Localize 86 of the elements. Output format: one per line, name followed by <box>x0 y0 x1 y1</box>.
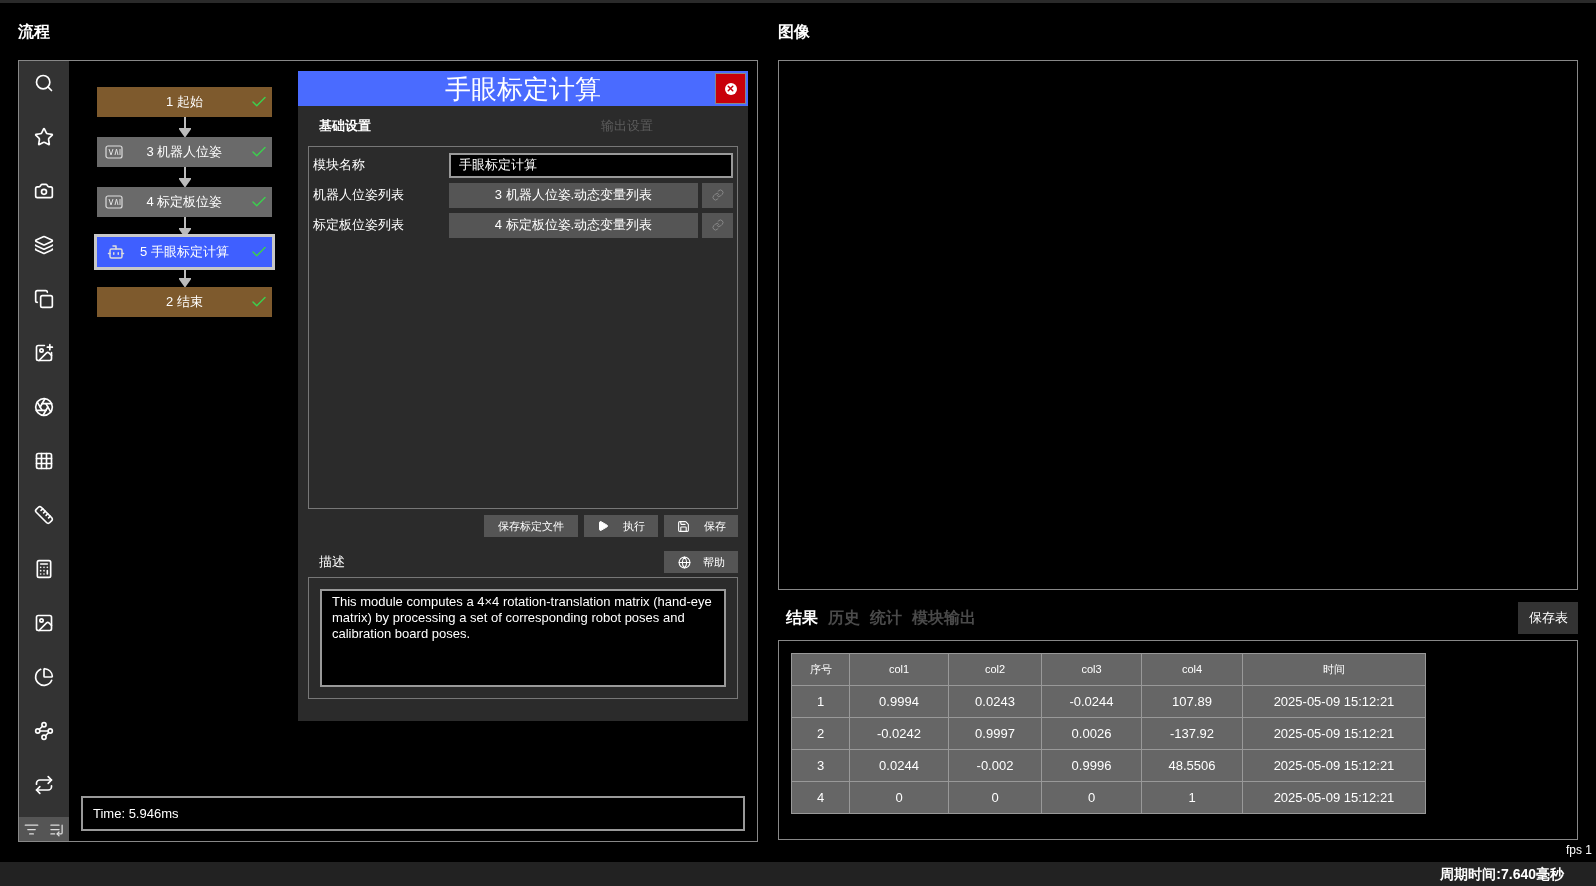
connector-arrow <box>178 117 191 137</box>
dialog-tab[interactable]: 基础设置 <box>319 116 371 136</box>
grid-icon[interactable] <box>34 451 54 471</box>
camera-icon[interactable] <box>34 181 54 201</box>
table-cell: 3 <box>791 749 850 782</box>
table-cell: 48.5506 <box>1141 749 1243 782</box>
table-cell: 2025-05-09 15:12:21 <box>1242 685 1426 718</box>
table-cell: 0.9996 <box>1041 749 1142 782</box>
dialog-title: 手眼标定计算 <box>445 75 601 102</box>
save-icon <box>676 519 690 533</box>
help-button[interactable]: 帮助 <box>664 551 738 573</box>
table-cell: 2025-05-09 15:12:21 <box>1242 717 1426 750</box>
column-header: 序号 <box>791 653 850 686</box>
globe-icon <box>677 555 691 569</box>
field-label: 机器人位姿列表 <box>313 186 405 205</box>
list-icon[interactable] <box>49 821 64 837</box>
save-button[interactable]: 保存 <box>664 515 738 537</box>
connector-arrow <box>178 267 191 287</box>
time-log: Time: 5.946ms <box>81 796 745 831</box>
module-name-field[interactable]: 手眼标定计算 <box>449 152 733 178</box>
image-edit-icon[interactable] <box>34 343 54 363</box>
fps-label: fps 1 <box>1566 842 1592 859</box>
variable-link-field[interactable]: 4 标定板位姿.动态变量列表 <box>449 212 698 238</box>
variable-icon <box>105 195 123 209</box>
section-title: 描述 <box>319 553 345 572</box>
link-button[interactable] <box>702 212 733 238</box>
table-cell: 2025-05-09 15:12:21 <box>1242 781 1426 814</box>
table-cell: 0 <box>948 781 1042 814</box>
result-tab[interactable]: 结果 <box>786 606 818 630</box>
path-icon[interactable] <box>34 721 54 741</box>
stacked-frames-icon[interactable] <box>34 289 54 309</box>
field-label: 标定板位姿列表 <box>313 216 405 235</box>
table-cell: 0 <box>1041 781 1142 814</box>
table-cell: 4 <box>791 781 850 814</box>
description-text: This module computes a 4×4 rotation-translation matrix (hand-eye matrix) by processing a set of corresponding robot poses and calibration board poses. <box>320 589 726 687</box>
table-cell: 1 <box>791 685 850 718</box>
calculator-icon[interactable] <box>34 559 54 579</box>
play-icon <box>597 520 609 532</box>
save-file-button[interactable]: 保存标定文件 <box>484 515 578 537</box>
flow-node[interactable]: 3 机器人位姿 <box>97 137 272 167</box>
table-cell: 0 <box>849 781 949 814</box>
chart-icon[interactable] <box>34 667 54 687</box>
column-header: col2 <box>948 653 1042 686</box>
swap-icon[interactable] <box>34 775 54 795</box>
column-header: col3 <box>1041 653 1142 686</box>
column-header: col1 <box>849 653 949 686</box>
table-cell: 107.89 <box>1141 685 1243 718</box>
table-cell: -0.0242 <box>849 717 949 750</box>
table-cell: 0.9997 <box>948 717 1042 750</box>
table-cell: 0.0244 <box>849 749 949 782</box>
table-cell: 0.9994 <box>849 685 949 718</box>
save-table-button[interactable]: 保存表 <box>1518 602 1578 634</box>
table-cell: 2 <box>791 717 850 750</box>
layers-icon[interactable] <box>34 235 54 255</box>
column-header: col4 <box>1141 653 1243 686</box>
close-button[interactable] <box>715 73 746 104</box>
search-icon[interactable] <box>34 73 54 93</box>
table-cell: 0.0243 <box>948 685 1042 718</box>
link-icon <box>711 219 724 231</box>
table-cell: 1 <box>1141 781 1243 814</box>
connector-arrow <box>178 167 191 187</box>
table-cell: 0.0026 <box>1041 717 1142 750</box>
star-icon[interactable] <box>34 127 54 147</box>
run-button[interactable]: 执行 <box>584 515 658 537</box>
ruler-icon[interactable] <box>34 505 54 525</box>
column-header: 时间 <box>1242 653 1426 686</box>
link-button[interactable] <box>702 182 733 208</box>
variable-icon <box>105 145 123 159</box>
field-label: 模块名称 <box>313 156 366 175</box>
table-cell: 2025-05-09 15:12:21 <box>1242 749 1426 782</box>
image-icon[interactable] <box>34 613 54 633</box>
flow-node[interactable]: 1 起始 <box>97 87 272 117</box>
panel-title: 流程 <box>18 21 50 42</box>
close-icon <box>726 84 735 93</box>
table-cell: -0.0244 <box>1041 685 1142 718</box>
flow-node[interactable]: 5 手眼标定计算 <box>97 237 272 267</box>
connector-arrow <box>178 217 191 237</box>
flow-node[interactable]: 4 标定板位姿 <box>97 187 272 217</box>
table-cell: -0.002 <box>948 749 1042 782</box>
cycle-time: 周期时间:7.640毫秒 <box>1440 864 1564 884</box>
panel-title: 图像 <box>778 21 810 42</box>
link-icon <box>711 189 724 201</box>
flow-node[interactable]: 2 结束 <box>97 287 272 317</box>
table-cell: -137.92 <box>1141 717 1243 750</box>
variable-link-field[interactable]: 3 机器人位姿.动态变量列表 <box>449 182 698 208</box>
filter-icon[interactable] <box>24 821 39 837</box>
